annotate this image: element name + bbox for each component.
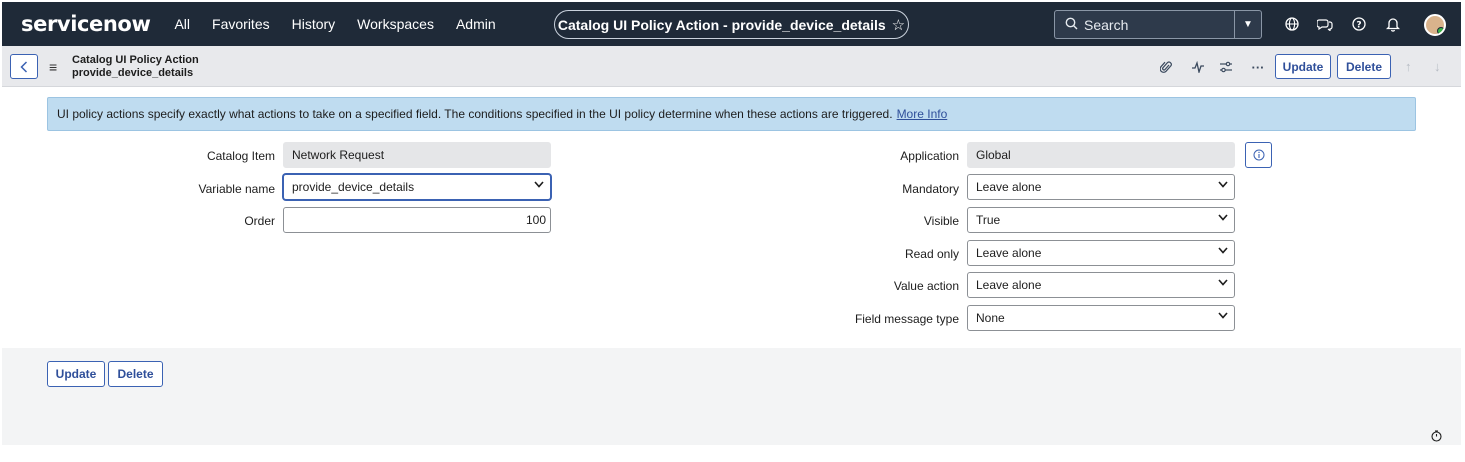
activity-icon[interactable] [1190, 59, 1206, 75]
nav-all[interactable]: All [174, 16, 190, 32]
field-message-type-select[interactable]: None [967, 305, 1235, 331]
application-info-button[interactable] [1245, 142, 1272, 168]
footer-delete-button[interactable]: Delete [108, 361, 163, 387]
chevron-down-icon [1218, 311, 1228, 322]
form-footer: Update Delete [2, 348, 1461, 445]
help-icon[interactable]: ? [1349, 14, 1369, 34]
record-title-pill[interactable]: Catalog UI Policy Action - provide_devic… [554, 10, 909, 39]
search-scope-dropdown-icon[interactable]: ▼ [1234, 11, 1261, 38]
chevron-down-icon [534, 180, 544, 191]
global-search[interactable]: Search ▼ [1054, 10, 1262, 39]
nav-history[interactable]: History [292, 16, 336, 32]
online-status-icon [1437, 27, 1444, 34]
context-menu-icon[interactable]: ≡ [49, 59, 57, 75]
header-delete-button[interactable]: Delete [1337, 54, 1391, 79]
value-action-label: Value action [893, 279, 959, 293]
mandatory-select[interactable]: Leave alone [967, 174, 1235, 200]
svg-text:?: ? [1356, 21, 1361, 31]
field-message-type-label: Field message type [854, 312, 959, 326]
search-icon [1065, 17, 1078, 33]
header-update-button[interactable]: Update [1275, 54, 1331, 79]
mandatory-value: Leave alone [976, 180, 1042, 194]
nav-menu: All Favorites History Workspaces Admin [174, 16, 517, 32]
chevron-down-icon [1218, 180, 1228, 191]
globe-icon[interactable] [1282, 14, 1302, 34]
arrow-up-icon[interactable]: ↑ [1405, 59, 1412, 74]
arrow-down-icon[interactable]: ↓ [1434, 59, 1441, 74]
visible-value: True [976, 213, 1001, 227]
back-button[interactable] [10, 54, 38, 79]
top-navigation: servicenow All Favorites History Workspa… [2, 2, 1461, 46]
bell-icon[interactable] [1383, 14, 1403, 34]
application-label: Application [900, 149, 959, 163]
footer-update-button[interactable]: Update [47, 361, 105, 387]
info-icon [1253, 149, 1264, 161]
response-time-icon[interactable] [1431, 430, 1442, 445]
form-title-table: Catalog UI Policy Action [72, 54, 199, 66]
catalog-item-label: Catalog Item [206, 149, 275, 163]
more-options-icon[interactable]: ··· [1250, 59, 1266, 75]
servicenow-logo[interactable]: servicenow [21, 12, 151, 36]
order-label: Order [244, 214, 275, 228]
chat-icon[interactable] [1315, 14, 1335, 34]
mandatory-label: Mandatory [902, 182, 959, 196]
favorite-star-icon[interactable]: ☆ [892, 16, 905, 34]
nav-admin[interactable]: Admin [456, 16, 496, 32]
nav-workspaces[interactable]: Workspaces [357, 16, 434, 32]
variable-name-select[interactable]: provide_device_details [283, 174, 551, 200]
settings-sliders-icon[interactable] [1218, 59, 1234, 75]
visible-select[interactable]: True [967, 207, 1235, 233]
field-message-type-value: None [976, 311, 1005, 325]
search-input[interactable]: Search [1084, 17, 1128, 33]
more-info-link[interactable]: More Info [897, 107, 948, 121]
visible-label: Visible [923, 214, 959, 228]
chevron-down-icon [1218, 246, 1228, 257]
form-header: ≡ Catalog UI Policy Action provide_devic… [2, 46, 1461, 87]
variable-name-label: Variable name [198, 182, 276, 196]
info-banner: UI policy actions specify exactly what a… [47, 97, 1416, 131]
catalog-item-field: Network Request [283, 142, 551, 168]
user-avatar[interactable] [1424, 14, 1446, 36]
read-only-select[interactable]: Leave alone [967, 240, 1235, 266]
info-banner-text: UI policy actions specify exactly what a… [57, 107, 893, 121]
chevron-down-icon [1218, 213, 1228, 224]
order-input[interactable]: 100 [283, 207, 551, 233]
value-action-value: Leave alone [976, 278, 1042, 292]
variable-name-value: provide_device_details [292, 180, 415, 194]
value-action-select[interactable]: Leave alone [967, 272, 1235, 298]
read-only-value: Leave alone [976, 246, 1042, 260]
record-title-text: Catalog UI Policy Action - provide_devic… [557, 16, 886, 33]
form-title: Catalog UI Policy Action provide_device_… [72, 54, 199, 80]
chevron-left-icon [20, 60, 28, 73]
read-only-label: Read only [904, 247, 959, 261]
nav-favorites[interactable]: Favorites [212, 16, 270, 32]
chevron-down-icon [1218, 278, 1228, 289]
paperclip-icon[interactable] [1158, 59, 1174, 75]
form-title-record: provide_device_details [72, 67, 194, 79]
application-field: Global [967, 142, 1235, 168]
